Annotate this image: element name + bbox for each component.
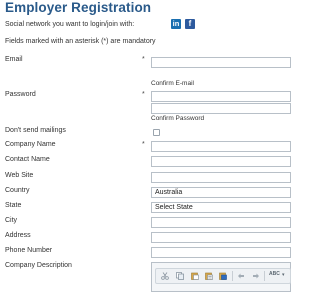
state-select[interactable]: Select State bbox=[151, 202, 291, 213]
web-site-field[interactable] bbox=[151, 172, 291, 183]
state-label: State bbox=[5, 202, 22, 209]
chevron-down-icon[interactable]: ▾ bbox=[282, 272, 285, 278]
address-field[interactable] bbox=[151, 232, 291, 243]
address-label: Address bbox=[5, 232, 31, 239]
confirm-password-label: Confirm Password bbox=[151, 115, 205, 122]
social-login-label: Social network you want to login/join wi… bbox=[5, 21, 135, 28]
password-label: Password bbox=[5, 91, 36, 98]
city-label: City bbox=[5, 217, 18, 224]
linkedin-icon[interactable]: in bbox=[171, 19, 181, 29]
password-required-marker: * bbox=[142, 91, 145, 98]
mandatory-note: Fields marked with an asterisk (*) are m… bbox=[5, 38, 156, 45]
paste-text-icon[interactable] bbox=[205, 272, 213, 280]
email-field[interactable] bbox=[151, 57, 291, 68]
company-name-required-marker: * bbox=[142, 141, 145, 148]
company-description-label: Company Description bbox=[5, 262, 72, 269]
dont-send-mailings-label: Don't send mailings bbox=[5, 127, 66, 134]
country-select[interactable]: Australia bbox=[151, 187, 291, 198]
cut-icon[interactable] bbox=[161, 272, 169, 280]
phone-number-label: Phone Number bbox=[5, 247, 53, 254]
company-name-label: Company Name bbox=[5, 141, 56, 148]
undo-icon[interactable] bbox=[237, 272, 245, 280]
spellcheck-icon[interactable]: ABC bbox=[269, 271, 280, 277]
email-required-marker: * bbox=[142, 56, 145, 63]
email-label: Email bbox=[5, 56, 23, 63]
company-name-field[interactable] bbox=[151, 141, 291, 152]
facebook-icon[interactable]: f bbox=[185, 19, 195, 29]
contact-name-label: Contact Name bbox=[5, 156, 50, 163]
paste-icon[interactable] bbox=[191, 272, 199, 280]
contact-name-field[interactable] bbox=[151, 156, 291, 167]
redo-icon[interactable] bbox=[252, 272, 260, 280]
page-title: Employer Registration bbox=[5, 0, 152, 15]
web-site-label: Web Site bbox=[5, 172, 34, 179]
city-field[interactable] bbox=[151, 217, 291, 228]
confirm-email-label: Confirm E-mail bbox=[151, 80, 194, 87]
password-field[interactable] bbox=[151, 103, 291, 114]
dont-send-mailings-checkbox[interactable] bbox=[153, 129, 160, 136]
toolbar-separator bbox=[232, 271, 233, 281]
confirm-email-field[interactable] bbox=[151, 91, 291, 102]
copy-icon[interactable] bbox=[176, 272, 184, 280]
paste-word-icon[interactable] bbox=[219, 272, 227, 280]
phone-number-field[interactable] bbox=[151, 247, 291, 258]
country-label: Country bbox=[5, 187, 30, 194]
toolbar-separator bbox=[264, 271, 265, 281]
